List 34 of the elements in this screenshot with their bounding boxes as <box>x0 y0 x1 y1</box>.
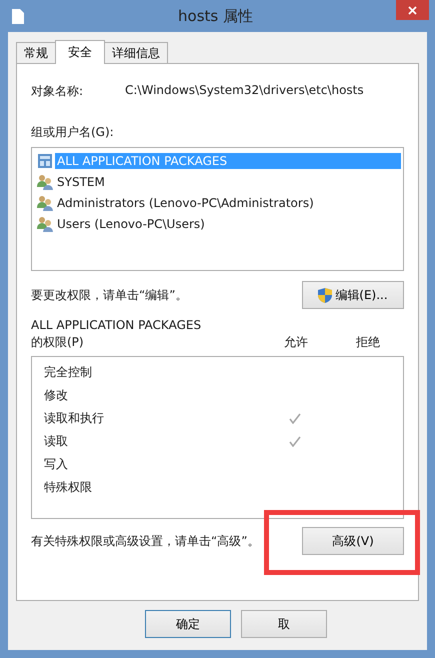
dialog-button[interactable]: 确定 <box>145 610 231 638</box>
dialog-button[interactable]: 取 <box>241 610 327 638</box>
edit-hint: 要更改权限，请单击“编辑”。 <box>31 286 188 304</box>
deny-header: 拒绝 <box>355 334 381 351</box>
permission-name: 写入 <box>44 456 69 473</box>
permission-name: 读取 <box>44 433 69 450</box>
tab[interactable]: 详细信息 <box>104 42 168 63</box>
group-item[interactable]: Administrators (Lenovo-PC\Administrators) <box>34 192 401 213</box>
group-item[interactable]: Users (Lenovo-PC\Users) <box>34 213 401 234</box>
permission-name: 特殊权限 <box>44 479 93 496</box>
close-icon <box>408 6 417 14</box>
tab[interactable]: 安全 <box>55 40 105 64</box>
close-button[interactable] <box>396 0 429 20</box>
group-item[interactable]: SYSTEM <box>34 171 401 192</box>
users-icon <box>37 194 53 210</box>
advanced-button[interactable]: 高级(V) <box>302 527 404 555</box>
edit-button[interactable]: 编辑(E)... <box>302 281 404 309</box>
window-title: hosts 属性 <box>177 6 254 26</box>
users-icon <box>37 174 53 190</box>
tab[interactable]: 常规 <box>16 42 56 63</box>
object-name-label: 对象名称: <box>31 83 84 100</box>
users-icon <box>37 216 53 232</box>
permissions-label: 的权限(P) <box>31 334 85 351</box>
principal-name: ALL APPLICATION PACKAGES <box>31 318 202 332</box>
package-icon <box>37 152 53 168</box>
object-path: C:\Windows\System32\drivers\etc\hosts <box>125 83 364 99</box>
permission-name: 完全控制 <box>44 364 93 381</box>
file-icon <box>12 8 24 24</box>
permission-name: 修改 <box>44 387 69 404</box>
shield-icon <box>318 288 332 302</box>
groups-label: 组或用户名(G): <box>31 124 115 141</box>
advanced-hint: 有关特殊权限或高级设置，请单击“高级”。 <box>31 532 260 550</box>
permission-name: 读取和执行 <box>44 410 105 427</box>
allow-header: 允许 <box>283 334 309 351</box>
